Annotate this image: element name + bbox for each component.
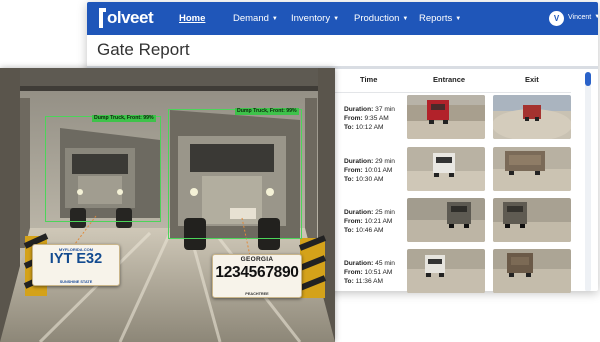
exit-thumbnail[interactable] xyxy=(493,249,571,293)
nav-reports-label: Reports xyxy=(419,13,453,24)
from-value: 10:01 AM xyxy=(364,167,393,174)
from-value: 9:35 AM xyxy=(364,115,389,122)
nav-demand-label: Demand xyxy=(233,13,269,24)
table-row-time: Duration: 25 min From: 10:21 AM To: 10:4… xyxy=(344,208,395,235)
brand-name: olveet xyxy=(107,8,154,27)
chevron-down-icon: ▼ xyxy=(333,16,340,22)
from-label: From: xyxy=(344,167,363,174)
page-title: Gate Report xyxy=(97,40,190,59)
table-row-time: Duration: 37 min From: 9:35 AM To: 10:12… xyxy=(344,105,395,132)
from-label: From: xyxy=(344,218,363,225)
detection-label: Dump Truck, Front: 99% xyxy=(92,115,156,122)
detection-box xyxy=(45,116,161,222)
logo-mark-icon xyxy=(99,8,106,28)
nav-reports[interactable]: Reports ▼ xyxy=(419,13,461,24)
scrollbar[interactable] xyxy=(585,72,591,291)
duration-label: Duration: xyxy=(344,158,374,165)
nav-production-label: Production xyxy=(354,13,400,24)
column-header-entrance: Entrance xyxy=(433,75,466,84)
table-row-time: Duration: 29 min From: 10:01 AM To: 10:3… xyxy=(344,157,395,184)
nav-inventory[interactable]: Inventory ▼ xyxy=(291,13,339,24)
from-value: 10:51 AM xyxy=(364,269,393,276)
license-plate-georgia: GEORGIA 1234567890 PEACHTREE xyxy=(212,254,302,298)
duration-label: Duration: xyxy=(344,209,374,216)
to-value: 10:12 AM xyxy=(355,124,384,131)
duration-label: Duration: xyxy=(344,260,374,267)
nav-inventory-label: Inventory xyxy=(291,13,331,24)
to-value: 10:30 AM xyxy=(355,176,384,183)
from-label: From: xyxy=(344,269,363,276)
nav-home-label: Home xyxy=(179,13,206,24)
entrance-thumbnail[interactable] xyxy=(407,198,485,242)
exit-thumbnail[interactable] xyxy=(493,198,571,242)
chevron-down-icon: ▼ xyxy=(594,14,598,20)
duration-value: 45 min xyxy=(375,260,395,267)
column-header-exit: Exit xyxy=(525,75,539,84)
table-row-time: Duration: 45 min From: 10:51 AM To: 11:3… xyxy=(344,259,395,286)
plate-number: 1234567890 xyxy=(215,264,299,281)
chevron-down-icon: ▼ xyxy=(455,16,462,22)
license-plate-florida: MYFLORIDA.COM IYT E32 SUNSHINE STATE xyxy=(32,244,120,286)
plate-footer: SUNSHINE STATE xyxy=(59,280,93,284)
from-value: 10:21 AM xyxy=(364,218,393,225)
to-value: 11:36 AM xyxy=(355,278,383,285)
scrollbar-thumb[interactable] xyxy=(585,72,591,86)
plate-header: GEORGIA xyxy=(240,256,274,263)
top-navbar: olveet Home Demand ▼ Inventory ▼ Productio… xyxy=(87,2,598,35)
to-label: To: xyxy=(344,278,354,285)
header-divider xyxy=(331,92,571,93)
plate-footer: PEACHTREE xyxy=(245,292,269,296)
to-label: To: xyxy=(344,176,354,183)
detection-label: Dump Truck, Front: 99% xyxy=(235,108,299,115)
from-label: From: xyxy=(344,115,363,122)
nav-demand[interactable]: Demand ▼ xyxy=(233,13,278,24)
entrance-thumbnail[interactable] xyxy=(407,249,485,293)
nav-home[interactable]: Home xyxy=(179,13,205,24)
entrance-thumbnail[interactable] xyxy=(407,147,485,191)
detection-box xyxy=(168,109,302,239)
camera-snapshot: Dump Truck, Front: 99% Dump Truck, Front… xyxy=(0,68,335,342)
to-label: To: xyxy=(344,227,354,234)
nav-production[interactable]: Production ▼ xyxy=(354,13,408,24)
user-menu[interactable]: Vincent ▼ xyxy=(568,14,598,21)
column-header-time: Time xyxy=(360,75,378,84)
exit-thumbnail[interactable] xyxy=(493,95,571,139)
chevron-down-icon: ▼ xyxy=(402,16,409,22)
to-value: 10:46 AM xyxy=(355,227,384,234)
plate-number: IYT E32 xyxy=(49,251,103,267)
brand-logo[interactable]: olveet xyxy=(99,8,154,28)
avatar[interactable]: V xyxy=(549,11,564,26)
duration-label: Duration: xyxy=(344,106,374,113)
entrance-thumbnail[interactable] xyxy=(407,95,485,139)
chevron-down-icon: ▼ xyxy=(271,16,278,22)
user-name: Vincent xyxy=(568,14,592,21)
duration-value: 25 min xyxy=(375,209,395,216)
to-label: To: xyxy=(344,124,354,131)
exit-thumbnail[interactable] xyxy=(493,147,571,191)
composite-screenshot: olveet Home Demand ▼ Inventory ▼ Productio… xyxy=(0,0,600,342)
duration-value: 29 min xyxy=(375,158,395,165)
duration-value: 37 min xyxy=(375,106,395,113)
